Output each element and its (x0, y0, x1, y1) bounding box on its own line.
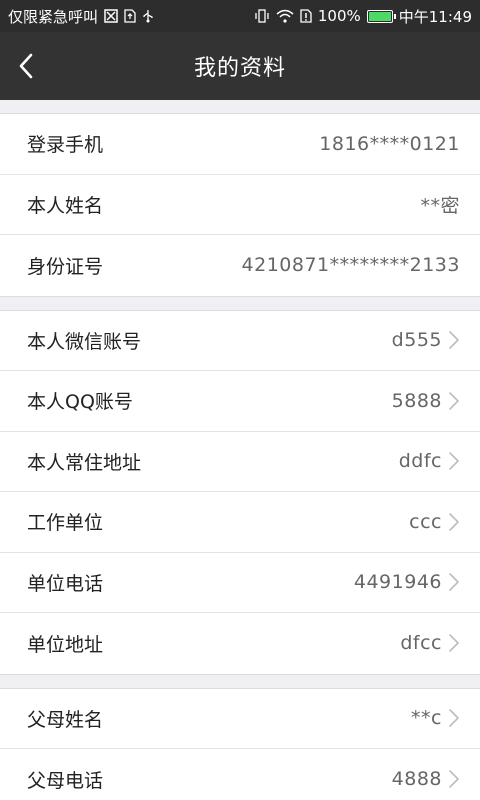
profile-row[interactable]: 工作单位 ccc (0, 492, 480, 553)
profile-row: 身份证号 4210871********2133 (0, 235, 480, 296)
status-time: 中午11:49 (398, 7, 472, 26)
row-value: ccc (409, 510, 442, 533)
profile-row: 本人姓名 **密 (0, 175, 480, 235)
row-value: 5888 (391, 389, 442, 412)
profile-group: 父母姓名 **c 父母电话 4888 (0, 687, 480, 800)
row-label: 父母电话 (27, 769, 104, 792)
nav-bar: 我的资料 (0, 32, 480, 100)
row-label: 父母姓名 (27, 708, 104, 731)
row-value: dfcc (400, 632, 442, 655)
battery-fill (368, 11, 391, 21)
chevron-right-icon (449, 770, 459, 789)
row-right: 4888 (392, 768, 460, 790)
chevron-left-icon (19, 53, 33, 79)
profile-group: 登录手机 1816****0121 本人姓名 **密身份证号 4210871******… (0, 113, 480, 297)
profile-row[interactable]: 单位电话 4491946 (0, 553, 480, 613)
row-value: **c (411, 707, 442, 730)
profile-group: 本人微信账号 d555 本人QQ账号 5888 本人常住地址 ddfc 工作单位 ccc 单位电… (0, 309, 480, 675)
row-right: 4210871********2133 (242, 254, 460, 276)
wifi-icon (276, 9, 294, 23)
vibrate-icon (254, 9, 270, 23)
row-label: 本人QQ账号 (27, 391, 133, 414)
row-right: d555 (392, 329, 460, 351)
status-right: 100% 中午11:49 (254, 6, 472, 27)
battery-icon (366, 9, 396, 23)
row-label: 本人常住地址 (27, 451, 142, 474)
usb-icon (142, 9, 154, 23)
chevron-right-icon (449, 452, 459, 471)
row-label: 单位电话 (27, 572, 104, 595)
row-value: d555 (391, 329, 442, 352)
row-label: 单位地址 (27, 633, 104, 656)
chevron-right-icon (449, 634, 459, 653)
profile-row[interactable]: 本人常住地址 ddfc (0, 432, 480, 492)
row-right: dfcc (400, 632, 460, 654)
profile-row[interactable]: 父母姓名 **c (0, 689, 480, 749)
row-label: 本人姓名 (27, 194, 104, 217)
row-right: 5888 (392, 390, 460, 412)
row-right: ccc (409, 511, 460, 533)
profile-list: 登录手机 1816****0121 本人姓名 **密身份证号 4210871******… (0, 100, 480, 800)
chevron-right-icon (449, 573, 459, 592)
row-value: 4888 (391, 768, 442, 791)
row-right: 1816****0121 (319, 133, 460, 155)
row-value: **密 (420, 194, 460, 217)
row-label: 本人微信账号 (27, 330, 142, 353)
status-left: 仅限紧急呼叫 (8, 6, 154, 27)
profile-row[interactable]: 单位地址 dfcc (0, 613, 480, 674)
row-value: 1816****0121 (319, 132, 460, 155)
page-title: 我的资料 (193, 56, 286, 81)
chevron-right-icon (449, 512, 459, 531)
chevron-right-icon (449, 391, 459, 410)
row-label: 工作单位 (27, 512, 104, 535)
status-bar: 仅限紧急呼叫 100% 中午11:49 (0, 0, 480, 32)
row-value: 4210871********2133 (241, 254, 460, 277)
row-label: 身份证号 (27, 255, 104, 278)
profile-row[interactable]: 父母电话 4888 (0, 749, 480, 800)
sim-card-icon (124, 9, 136, 23)
profile-row: 登录手机 1816****0121 (0, 114, 480, 175)
row-value: ddfc (398, 450, 442, 473)
back-button[interactable] (18, 46, 58, 86)
profile-row[interactable]: 本人QQ账号 5888 (0, 371, 480, 432)
chevron-right-icon (449, 331, 459, 350)
carrier-text: 仅限紧急呼叫 (8, 7, 99, 26)
row-label: 登录手机 (27, 134, 104, 157)
battery-percent: 100% (317, 7, 361, 25)
row-right: **密 (420, 191, 460, 218)
row-right: ddfc (399, 450, 460, 472)
row-value: 4491946 (353, 571, 442, 594)
row-right: **c (411, 707, 460, 729)
chevron-right-icon (449, 709, 459, 728)
row-right: 4491946 (354, 571, 460, 593)
alert-icon (300, 9, 312, 23)
profile-row[interactable]: 本人微信账号 d555 (0, 311, 480, 371)
sim-error-icon (104, 9, 118, 23)
